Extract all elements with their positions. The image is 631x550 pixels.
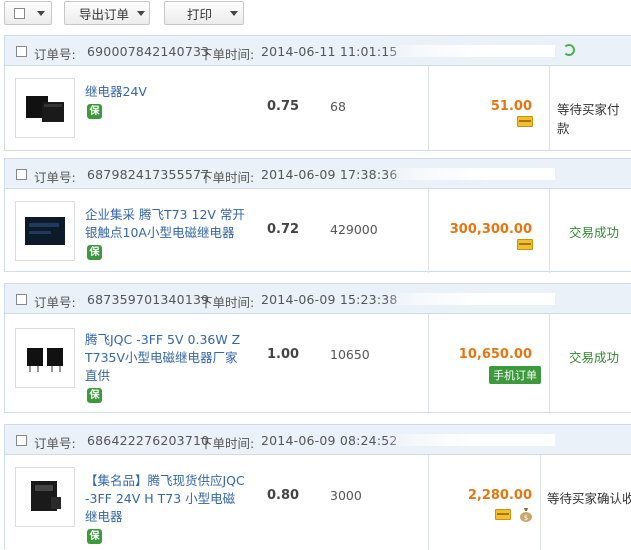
mobile-order-badge: 手机订单 [489, 366, 541, 384]
divider [428, 455, 429, 550]
order-header: 订单号: 687359701340139 下单时间: 2014-06-09 15… [5, 284, 631, 314]
unit-price: 1.00 [267, 347, 300, 362]
order-total: 2,280.00 [467, 488, 532, 503]
print-label: 打印 [187, 6, 213, 22]
product-image [15, 328, 75, 388]
shield-icon: 保 [87, 245, 102, 260]
order-card: 订单号: 686422276203710 下单时间: 2014-06-09 08… [4, 424, 631, 550]
order-time: 2014-06-09 17:38:36 [261, 167, 398, 182]
order-time-label: 下单时间: [200, 295, 255, 310]
order-no-label: 订单号: [34, 295, 76, 310]
order-no-label: 订单号: [34, 47, 76, 62]
order-card: 订单号: 687359701340139 下单时间: 2014-06-09 15… [4, 283, 631, 414]
order-checkbox[interactable] [16, 294, 27, 305]
export-orders-label: 导出订单 [79, 6, 130, 22]
order-time: 2014-06-11 11:01:15 [261, 44, 398, 59]
order-header: 订单号: 686422276203710 下单时间: 2014-06-09 08… [5, 425, 631, 455]
order-total: 300,300.00 [449, 222, 532, 237]
order-no-label: 订单号: [34, 436, 76, 451]
unit-price: 0.80 [267, 488, 300, 503]
order-card: 订单号: 690007842140733 下单时间: 2014-06-11 11… [4, 35, 631, 151]
order-total: 10,650.00 [458, 347, 532, 362]
product-name-link[interactable]: 腾飞JQC -3FF 5V 0.36W Z T735V小型电磁继电器厂家直供 [85, 331, 245, 385]
redacted-area [385, 293, 555, 305]
order-time-label: 下单时间: [200, 47, 255, 62]
divider [549, 314, 550, 414]
order-status: 交易成功 [569, 225, 620, 240]
order-checkbox[interactable] [16, 169, 27, 180]
order-time-label: 下单时间: [200, 436, 255, 451]
order-no: 687982417355577 [87, 167, 210, 182]
order-no: 690007842140733 [87, 44, 210, 59]
divider [549, 189, 550, 273]
export-orders-button[interactable]: 导出订单 [64, 1, 150, 25]
order-no: 687359701340139 [87, 292, 210, 307]
order-no-label: 订单号: [34, 170, 76, 185]
svg-text:$: $ [524, 514, 528, 522]
chevron-down-icon [137, 10, 146, 16]
redacted-area [385, 168, 555, 180]
divider [540, 455, 541, 550]
order-time-label: 下单时间: [200, 170, 255, 185]
card-payment-icon [517, 116, 533, 127]
order-header: 订单号: 687982417355577 下单时间: 2014-06-09 17… [5, 159, 631, 189]
shield-icon: 保 [87, 104, 102, 119]
select-all-checkbox[interactable] [14, 7, 25, 19]
shield-icon: 保 [87, 388, 102, 403]
chevron-down-icon [37, 10, 45, 16]
product-name-link[interactable]: 【集名品】腾飞现货供应JQC -3FF 24V H T73 小型电磁继电器 [85, 472, 245, 526]
order-total: 51.00 [490, 99, 532, 114]
print-button[interactable]: 打印 [164, 1, 244, 25]
order-status: 等待买家付款 [557, 102, 620, 136]
toolbar: 导出订单 打印 [0, 0, 631, 30]
money-bag-icon: $ [520, 508, 532, 522]
chevron-down-icon [230, 10, 239, 16]
product-image [15, 78, 75, 138]
quantity: 3000 [330, 488, 362, 503]
order-card: 订单号: 687982417355577 下单时间: 2014-06-09 17… [4, 158, 631, 273]
order-checkbox[interactable] [16, 435, 27, 446]
divider [428, 314, 429, 414]
order-time: 2014-06-09 08:24:52 [261, 433, 398, 448]
product-name-link[interactable]: 继电器24V [85, 83, 245, 101]
order-status: 等待买家确认收货 [547, 491, 631, 506]
card-payment-icon [495, 509, 511, 520]
quantity: 68 [330, 99, 346, 114]
divider [428, 189, 429, 273]
select-all-dropdown[interactable] [4, 1, 52, 25]
product-name-link[interactable]: 企业集采 腾飞T73 12V 常开银触点10A小型电磁继电器 [85, 206, 245, 242]
order-checkbox[interactable] [16, 46, 27, 57]
divider [428, 66, 429, 150]
quantity: 429000 [330, 222, 378, 237]
order-status: 交易成功 [569, 350, 620, 365]
redacted-area [385, 434, 555, 446]
redacted-area [385, 45, 555, 57]
card-payment-icon [517, 239, 533, 250]
order-no: 686422276203710 [87, 433, 210, 448]
refresh-icon [563, 44, 575, 56]
order-header: 订单号: 690007842140733 下单时间: 2014-06-11 11… [5, 36, 631, 66]
quantity: 10650 [330, 347, 370, 362]
unit-price: 0.72 [267, 222, 300, 237]
shield-icon: 保 [87, 529, 102, 544]
order-time: 2014-06-09 15:23:38 [261, 292, 398, 307]
divider [549, 66, 550, 150]
product-image [15, 201, 75, 261]
unit-price: 0.75 [267, 99, 300, 114]
product-image [15, 467, 75, 527]
